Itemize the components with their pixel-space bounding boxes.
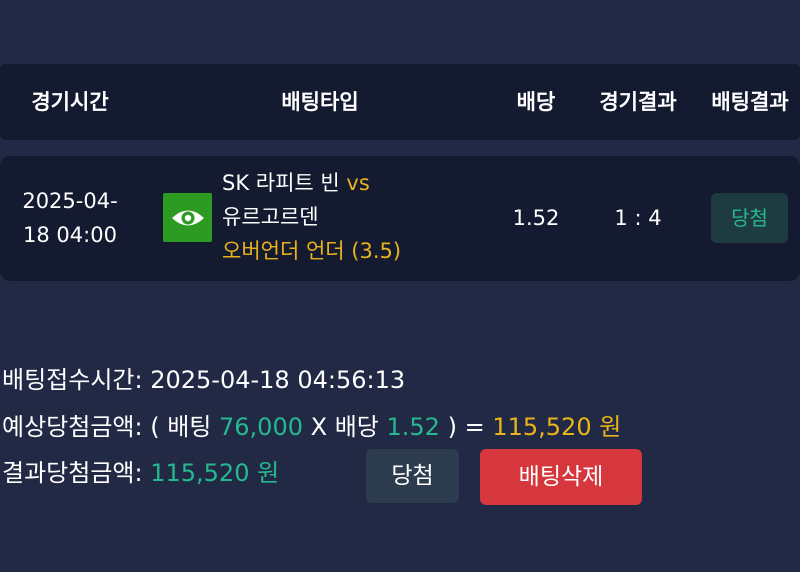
stake-amount: 76,000 [219, 413, 303, 441]
header-odds: 배당 [516, 90, 556, 114]
expected-odds: 1.52 [386, 413, 440, 441]
bet-type-line: 오버언더 언더 (3.5) [222, 234, 482, 268]
actual-label: 결과당첨금액: [2, 459, 143, 487]
odds-value: 1.52 [512, 206, 560, 230]
bet-value: (3.5) [351, 239, 402, 263]
bet-row: 2025-04- 18 04:00 SK 라피트 빈 vs 유르고르덴 오버언더… [0, 156, 800, 281]
home-team: SK 라피트 빈 [222, 171, 340, 195]
expected-times: X 배당 [310, 413, 379, 441]
game-time-date: 2025-04- [22, 189, 118, 213]
match-line-1: SK 라피트 빈 vs [222, 166, 482, 200]
table-header: 경기시간 배팅타입 배당 경기결과 배팅결과 [0, 64, 800, 140]
game-time: 2025-04- 18 04:00 [14, 184, 126, 252]
bet-details: SK 라피트 빈 vs 유르고르덴 오버언더 언더 (3.5) [222, 166, 482, 268]
eye-icon [163, 193, 212, 242]
actual-win-line: 결과당첨금액: 115,520 원 [2, 455, 279, 491]
header-bet-result: 배팅결과 [711, 90, 789, 114]
bet-result-badge: 당첨 [711, 193, 788, 243]
game-time-hour: 18 04:00 [23, 223, 117, 247]
win-status-button[interactable]: 당첨 [366, 449, 459, 503]
game-score: 1 : 4 [614, 206, 662, 230]
expected-close: ) = [447, 413, 485, 441]
actual-amount: 115,520 원 [150, 459, 280, 487]
bet-type: 오버언더 언더 [222, 239, 345, 263]
header-game-time: 경기시간 [31, 90, 109, 114]
header-bet-type: 배팅타입 [281, 90, 359, 114]
header-game-result: 경기결과 [599, 90, 677, 114]
received-label: 배팅접수시간: [2, 366, 143, 394]
away-team: 유르고르덴 [222, 205, 319, 229]
received-value: 2025-04-18 04:56:13 [150, 366, 406, 394]
delete-bet-button[interactable]: 배팅삭제 [480, 449, 642, 505]
expected-label: 예상당첨금액: [2, 413, 143, 441]
expected-win-line: 예상당첨금액: ( 배팅 76,000 X 배당 1.52 ) = 115,52… [2, 409, 621, 445]
expected-amount: 115,520 원 [492, 413, 622, 441]
received-time-line: 배팅접수시간: 2025-04-18 04:56:13 [2, 362, 405, 398]
vs-label: vs [346, 171, 370, 195]
expected-open: ( 배팅 [150, 413, 212, 441]
